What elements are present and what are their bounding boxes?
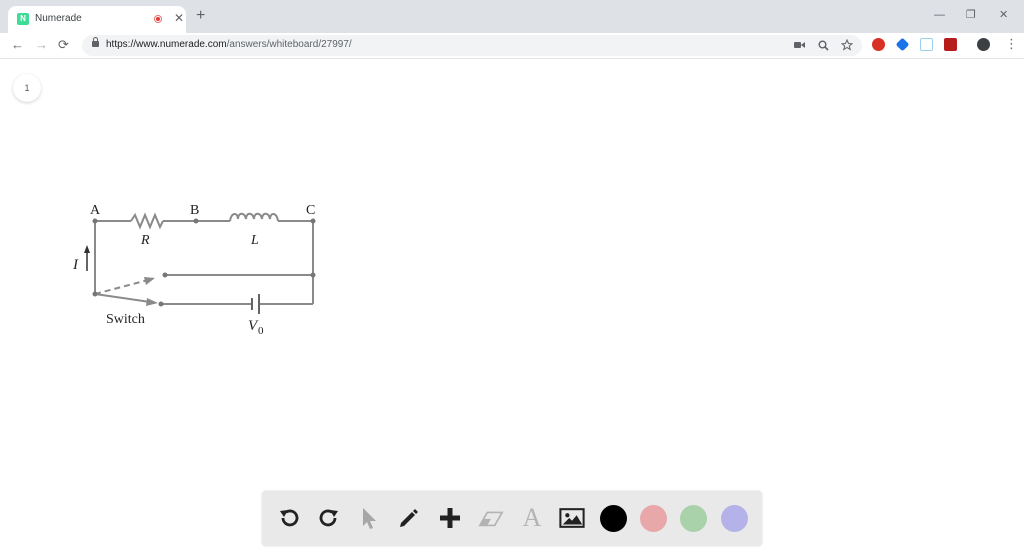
label-current: I (72, 257, 79, 273)
label-node-b: B (190, 203, 199, 218)
pencil-icon (400, 509, 418, 527)
undo-button[interactable] (276, 505, 302, 531)
undo-icon (280, 509, 299, 527)
switch-lower-contact (158, 301, 164, 307)
circuit-diagram: A B C R L I Switch V 0 (72, 203, 316, 337)
color-swatch-black[interactable] (600, 505, 627, 532)
label-switch: Switch (106, 312, 145, 327)
eraser-icon (478, 511, 504, 527)
label-resistor: R (140, 233, 150, 248)
redo-button[interactable] (316, 505, 342, 531)
whiteboard-toolbar: A (262, 491, 762, 546)
add-icon (440, 508, 460, 528)
resistor-symbol (130, 212, 164, 230)
redo-icon (319, 509, 338, 527)
image-tool-button[interactable] (559, 505, 585, 531)
pointer-tool-button[interactable] (356, 505, 382, 531)
color-swatch-pink[interactable] (640, 505, 667, 532)
node-a (92, 218, 98, 224)
color-swatch-purple[interactable] (721, 505, 748, 532)
color-swatch-green[interactable] (680, 505, 707, 532)
switch-pivot-node (92, 291, 98, 297)
text-tool-button[interactable]: A (519, 505, 545, 531)
node-c (310, 218, 316, 224)
current-arrowhead (84, 245, 90, 253)
switch-upper-contact (162, 272, 168, 278)
pencil-tool-button[interactable] (396, 505, 422, 531)
junction-right (310, 272, 316, 278)
text-tool-icon: A (522, 503, 542, 532)
add-tool-button[interactable] (437, 505, 463, 531)
switch-arrowhead (146, 298, 158, 306)
node-b (193, 218, 199, 224)
label-node-c: C (306, 203, 315, 218)
switch-dashed-blade (94, 279, 149, 295)
switch-blade (94, 293, 151, 303)
eraser-tool-button[interactable] (478, 505, 504, 531)
image-icon (559, 508, 585, 528)
switch-dashed-arrowhead (144, 277, 155, 285)
label-node-a: A (90, 203, 101, 218)
label-inductor: L (250, 233, 259, 248)
inductor-symbol (229, 212, 279, 222)
label-source-subscript: 0 (258, 325, 264, 337)
pointer-icon (363, 508, 376, 529)
